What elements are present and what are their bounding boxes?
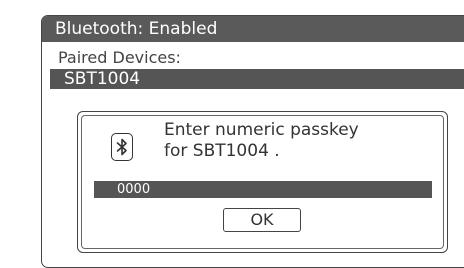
bluetooth-icon-glyph <box>116 138 127 156</box>
paired-devices-label: Paired Devices: <box>58 48 181 67</box>
screen: Bluetooth: Enabled Paired Devices: SBT10… <box>0 0 464 268</box>
passkey-input[interactable]: 0000 <box>94 181 432 198</box>
prompt-line-1: Enter numeric passkey <box>164 120 359 140</box>
window-title: Bluetooth: Enabled <box>42 16 464 42</box>
prompt-line-2: for SBT1004 . <box>164 141 280 161</box>
ok-button[interactable]: OK <box>223 208 301 232</box>
paired-device-item[interactable]: SBT1004 <box>50 69 464 89</box>
bluetooth-icon <box>111 133 133 161</box>
passkey-prompt: Enter numeric passkey for SBT1004 . <box>164 120 359 162</box>
bluetooth-window: Bluetooth: Enabled Paired Devices: SBT10… <box>41 15 464 268</box>
